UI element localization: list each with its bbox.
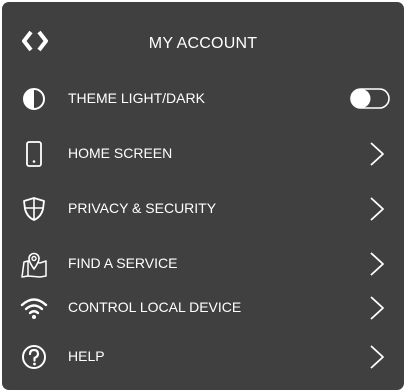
menu-item-home-screen[interactable]: HOME SCREEN	[2, 130, 404, 178]
question-icon	[20, 343, 48, 371]
shield-icon	[20, 195, 48, 223]
chevron-right-icon[interactable]	[368, 294, 386, 322]
menu-item-label: PRIVACY & SECURITY	[68, 200, 217, 216]
menu-item-help[interactable]: HELP	[2, 333, 404, 381]
page-title: MY ACCOUNT	[148, 35, 258, 52]
theme-toggle[interactable]	[350, 88, 390, 109]
header: MY ACCOUNT	[2, 22, 404, 70]
chevron-right-icon[interactable]	[368, 343, 386, 371]
menu-item-label: FIND A SERVICE	[68, 255, 178, 271]
menu-item-label: HELP	[68, 348, 105, 364]
menu-item-control-local-device[interactable]: CONTROL LOCAL DEVICE	[2, 284, 404, 332]
wifi-icon	[20, 294, 48, 322]
menu-item-label: CONTROL LOCAL DEVICE	[68, 299, 242, 315]
chevron-right-icon[interactable]	[368, 250, 386, 278]
half-circle-icon	[20, 85, 48, 113]
menu-item-theme[interactable]: THEME LIGHT/DARK	[2, 75, 404, 123]
chevron-right-icon[interactable]	[368, 140, 386, 168]
menu-item-find-service[interactable]: FIND A SERVICE	[2, 240, 404, 288]
chevron-right-icon[interactable]	[368, 195, 386, 223]
menu-item-label: HOME SCREEN	[68, 145, 173, 161]
account-menu-panel: MY ACCOUNT THEME LIGHT/DARK HOME SCREEN	[2, 2, 404, 390]
menu-item-privacy-security[interactable]: PRIVACY & SECURITY	[2, 185, 404, 233]
menu-item-label: THEME LIGHT/DARK	[68, 90, 205, 106]
map-pin-icon	[20, 250, 48, 278]
phone-icon	[20, 140, 48, 168]
